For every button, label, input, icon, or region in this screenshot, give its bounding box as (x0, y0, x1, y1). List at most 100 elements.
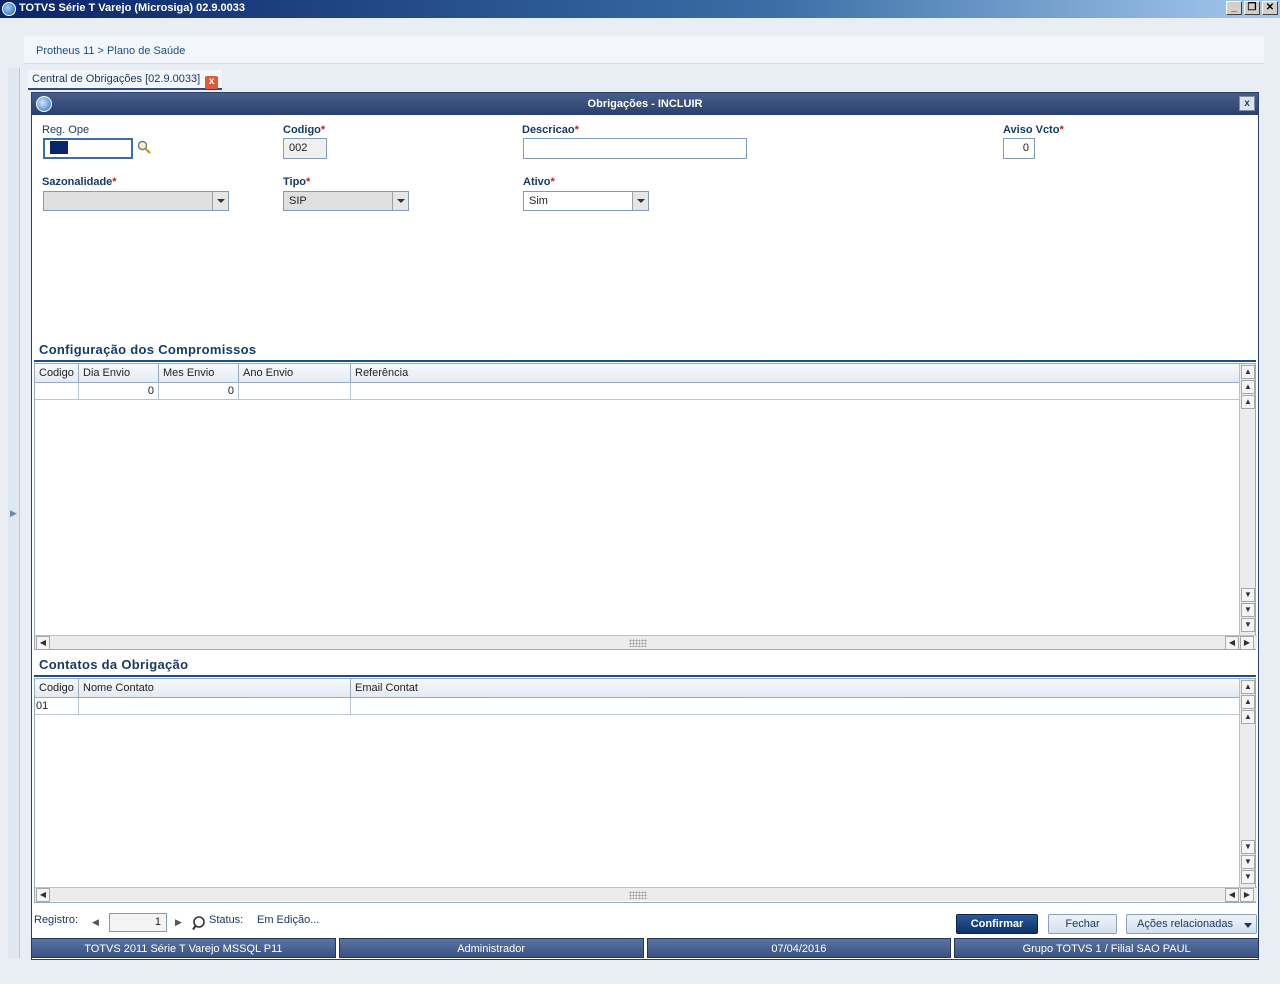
scroll-grip[interactable] (629, 891, 647, 899)
scroll-bottom-icon[interactable]: ▼ (1241, 870, 1255, 884)
column-header[interactable]: Codigo (35, 364, 79, 383)
vertical-scrollbar[interactable]: ▲ ▲ ▲ ▼ ▼ ▼ (1239, 679, 1255, 887)
scroll-top-icon[interactable]: ▲ (1241, 365, 1255, 379)
scroll-bottom-icon[interactable]: ▼ (1241, 618, 1255, 632)
reg-ope-selection (50, 141, 68, 154)
scroll-left-icon[interactable]: ◀ (36, 636, 50, 650)
status-bar: TOTVS 2011 Série T Varejo MSSQL P11 Admi… (31, 938, 1259, 958)
reg-ope-input[interactable] (43, 138, 133, 159)
tab-central-obrigacoes[interactable]: Central de Obrigações [02.9.0033] x (28, 70, 223, 90)
close-window-button[interactable]: ✕ (1262, 1, 1278, 15)
column-header[interactable]: Email Contat (351, 679, 1240, 698)
section-divider (34, 360, 1256, 362)
sazonalidade-select[interactable] (43, 191, 229, 211)
acoes-relacionadas-button[interactable]: Ações relacionadas (1126, 914, 1257, 934)
previous-record-icon[interactable]: ◀ (92, 917, 99, 928)
chevron-down-icon (1244, 923, 1252, 928)
scroll-grip[interactable] (629, 639, 647, 647)
column-header[interactable]: Referência (351, 364, 1240, 383)
ativo-label: Ativo* (523, 176, 555, 188)
search-icon[interactable] (137, 140, 151, 154)
scroll-top-icon[interactable]: ▲ (1241, 680, 1255, 694)
scroll-left-icon[interactable]: ◀ (36, 888, 50, 902)
table-cell[interactable]: 01 (35, 698, 79, 714)
tab-label: Central de Obrigações [02.9.0033] (32, 73, 201, 85)
table-cell[interactable] (351, 698, 1240, 714)
chevron-down-icon[interactable] (392, 192, 408, 210)
minimize-button[interactable]: _ (1226, 1, 1242, 15)
reg-ope-label: Reg. Ope (42, 124, 90, 136)
scroll-down-icon[interactable]: ▼ (1241, 840, 1255, 854)
scroll-down-icon[interactable]: ▼ (1241, 588, 1255, 602)
app-logo-icon (2, 2, 16, 16)
column-header[interactable]: Mes Envio (159, 364, 239, 383)
table-row[interactable]: 01 (35, 698, 1240, 715)
column-header[interactable]: Ano Envio (239, 364, 351, 383)
grid-header: Codigo Dia Envio Mes Envio Ano Envio Ref… (35, 364, 1240, 383)
descricao-input[interactable] (523, 138, 747, 159)
descricao-label: Descricao* (522, 124, 579, 136)
scroll-left-end-icon[interactable]: ◀ (1225, 888, 1239, 902)
scroll-page-down-icon[interactable]: ▼ (1241, 855, 1255, 869)
codigo-input[interactable]: 002 (283, 138, 327, 159)
scroll-page-down-icon[interactable]: ▼ (1241, 603, 1255, 617)
tipo-select[interactable]: SIP (283, 191, 409, 211)
status-value: Em Edição... (257, 914, 320, 926)
table-cell[interactable] (351, 383, 1240, 399)
table-cell[interactable] (239, 383, 351, 399)
scroll-right-icon[interactable]: ▶ (1240, 636, 1254, 650)
scroll-up-icon[interactable]: ▲ (1241, 395, 1255, 409)
sazonalidade-label: Sazonalidade* (42, 176, 117, 188)
next-record-icon[interactable]: ▶ (175, 917, 182, 928)
column-header[interactable]: Codigo (35, 679, 79, 698)
ativo-select[interactable]: Sim (523, 191, 649, 211)
table-cell[interactable] (79, 698, 351, 714)
dialog-title: Obrigações - INCLUIR (587, 98, 703, 110)
scroll-page-up-icon[interactable]: ▲ (1241, 380, 1255, 394)
chevron-down-icon[interactable] (212, 192, 228, 210)
obrigacoes-dialog: Obrigações - INCLUIR x Reg. Ope Codigo* … (31, 92, 1259, 960)
column-header[interactable]: Dia Envio (79, 364, 159, 383)
breadcrumb[interactable]: Protheus 11 > Plano de Saúde (36, 45, 185, 57)
confirmar-button[interactable]: Confirmar (956, 914, 1038, 934)
chevron-down-icon[interactable] (632, 192, 648, 210)
registro-label: Registro: (34, 914, 79, 926)
dialog-close-button[interactable]: x (1239, 96, 1255, 111)
table-cell[interactable]: 0 (79, 383, 159, 399)
scroll-up-icon[interactable]: ▲ (1241, 710, 1255, 724)
tab-close-icon[interactable]: x (205, 76, 219, 89)
restore-button[interactable]: ❐ (1244, 1, 1260, 15)
status-environment: TOTVS 2011 Série T Varejo MSSQL P11 (31, 938, 336, 958)
horizontal-scrollbar[interactable]: ◀ ◀ ▶ (35, 635, 1257, 650)
column-header[interactable]: Nome Contato (79, 679, 351, 698)
status-user: Administrador (338, 938, 644, 958)
registro-input[interactable]: 1 (109, 913, 167, 932)
left-collapse-strip[interactable]: ▶ (8, 68, 20, 958)
codigo-label: Codigo* (283, 124, 326, 136)
table-cell[interactable] (35, 383, 79, 399)
table-row[interactable]: 0 0 (35, 383, 1240, 400)
aviso-vcto-label: Aviso Vcto* (1003, 124, 1064, 136)
contatos-section-title: Contatos da Obrigação (39, 657, 189, 672)
app-titlebar: TOTVS Série T Varejo (Microsiga) 02.9.00… (0, 0, 1280, 18)
table-cell[interactable]: 0 (159, 383, 239, 399)
grid-header: Codigo Nome Contato Email Contat (35, 679, 1240, 698)
status-date: 07/04/2016 (646, 938, 952, 958)
status-company: Grupo TOTVS 1 / Filial SAO PAUL (954, 938, 1259, 958)
horizontal-scrollbar[interactable]: ◀ ◀ ▶ (35, 887, 1257, 902)
dialog-logo-icon (36, 96, 52, 112)
app-title: TOTVS Série T Varejo (Microsiga) 02.9.00… (19, 2, 246, 14)
compromissos-section-title: Configuração dos Compromissos (39, 342, 257, 357)
scroll-page-up-icon[interactable]: ▲ (1241, 695, 1255, 709)
scroll-left-end-icon[interactable]: ◀ (1225, 636, 1239, 650)
aviso-vcto-input[interactable]: 0 (1003, 138, 1035, 159)
scroll-right-icon[interactable]: ▶ (1240, 888, 1254, 902)
expand-arrow-icon: ▶ (10, 508, 17, 518)
vertical-scrollbar[interactable]: ▲ ▲ ▲ ▼ ▼ ▼ (1239, 364, 1255, 635)
breadcrumb-bar: Protheus 11 > Plano de Saúde (24, 36, 1264, 64)
search-record-icon[interactable] (191, 915, 207, 931)
section-divider (34, 675, 1256, 677)
dialog-titlebar: Obrigações - INCLUIR x (32, 93, 1258, 115)
compromissos-grid: Codigo Dia Envio Mes Envio Ano Envio Ref… (34, 363, 1257, 650)
fechar-button[interactable]: Fechar (1048, 914, 1117, 934)
